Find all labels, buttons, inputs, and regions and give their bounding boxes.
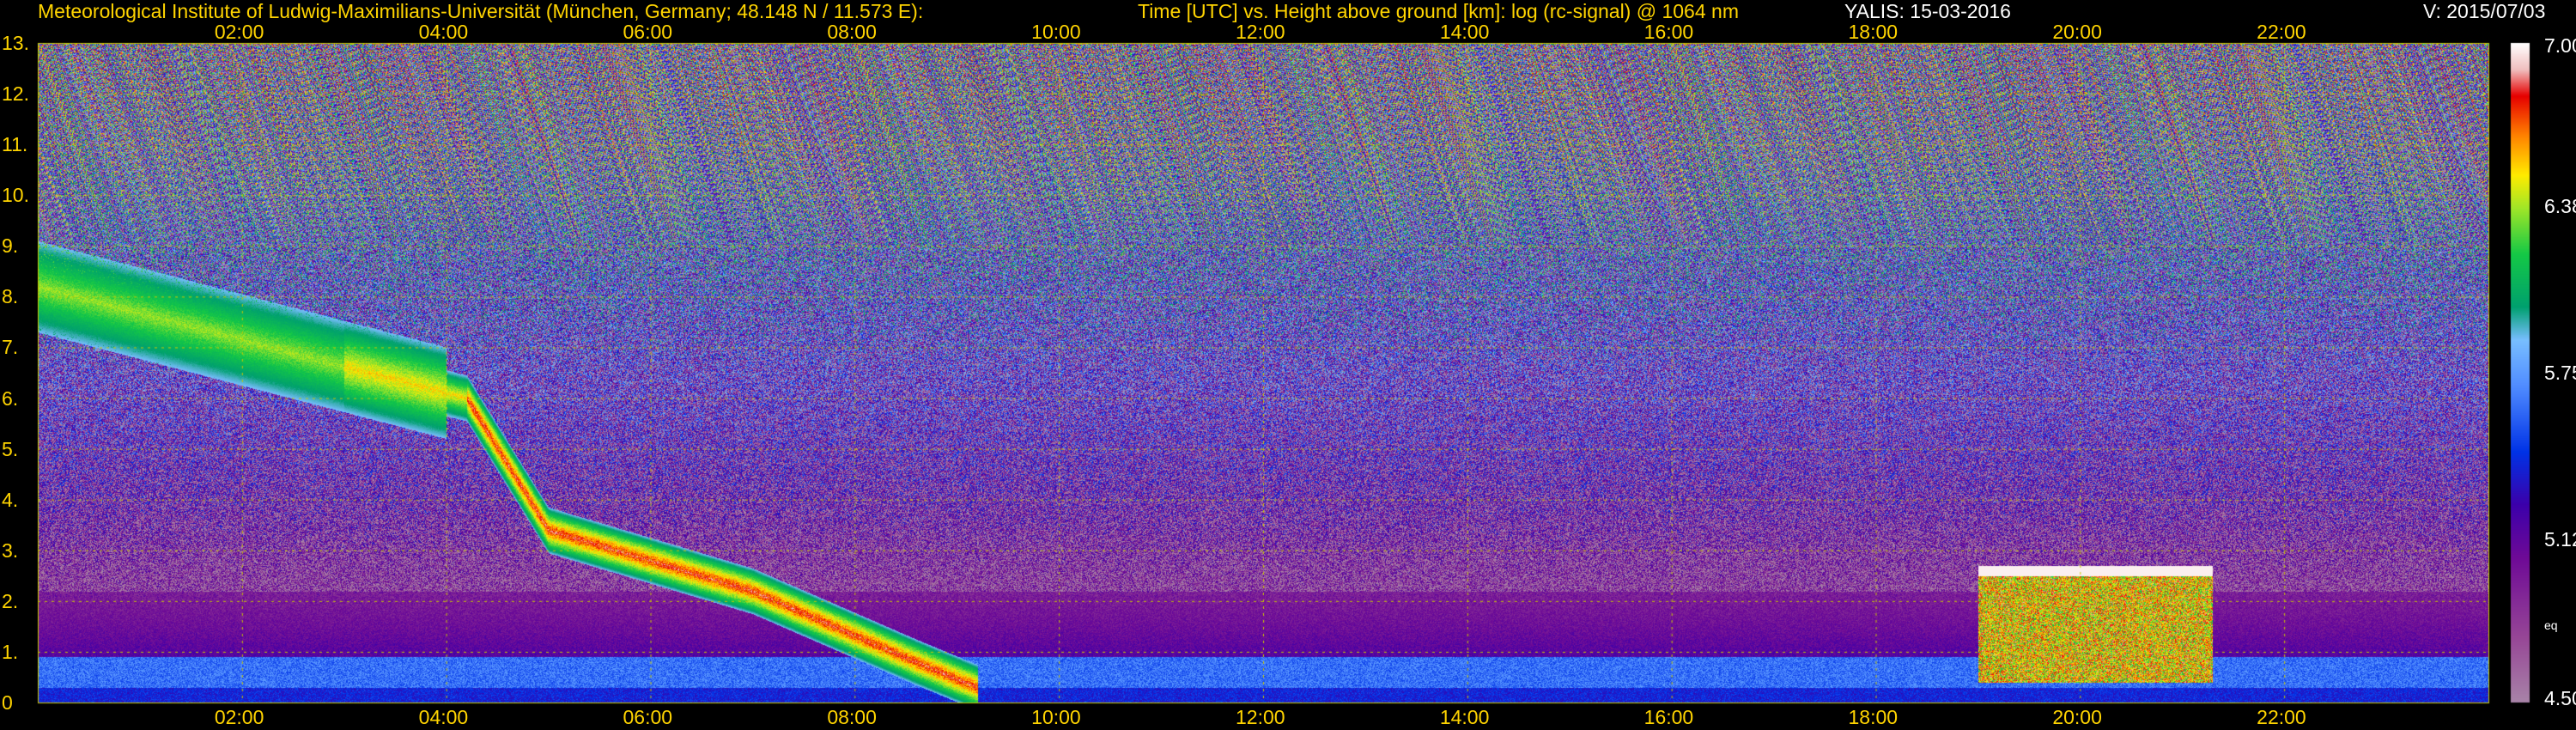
x-tick-label-bottom: 20:00 bbox=[2052, 706, 2102, 728]
x-tick-label-top: 18:00 bbox=[1848, 21, 1899, 43]
y-tick-label: 1. bbox=[2, 640, 19, 663]
x-tick-label-bottom: 06:00 bbox=[623, 706, 673, 728]
colorbar-tick-label: 4.50 bbox=[2544, 687, 2576, 709]
header-plot-description: Time [UTC] vs. Height above ground [km]:… bbox=[1138, 0, 1739, 22]
x-tick-label-bottom: 02:00 bbox=[214, 706, 264, 728]
x-tick-label-top: 20:00 bbox=[2052, 21, 2102, 43]
x-tick-label-bottom: 16:00 bbox=[1643, 706, 1694, 728]
header-institute: Meteorological Institute of Ludwig-Maxim… bbox=[38, 0, 924, 22]
x-tick-label-bottom: 10:00 bbox=[1031, 706, 1081, 728]
x-tick-label-top: 14:00 bbox=[1439, 21, 1490, 43]
colorbar-tick-label: 7.00 bbox=[2544, 34, 2576, 57]
y-tick-label: 3. bbox=[2, 538, 19, 562]
y-tick-label: 2. bbox=[2, 589, 19, 612]
x-tick-label-top: 16:00 bbox=[1643, 21, 1694, 43]
x-tick-label-top: 06:00 bbox=[623, 21, 673, 43]
x-tick-label-top: 04:00 bbox=[418, 21, 469, 43]
x-tick-label-bottom: 12:00 bbox=[1236, 706, 1285, 728]
y-tick-label: 13. bbox=[2, 32, 29, 54]
x-tick-label-bottom: 08:00 bbox=[827, 706, 877, 728]
x-tick-label-bottom: 18:00 bbox=[1848, 706, 1899, 728]
x-tick-label-top: 10:00 bbox=[1031, 21, 1081, 43]
y-tick-label: 4. bbox=[2, 488, 19, 511]
y-tick-label: 0 bbox=[2, 691, 13, 714]
x-tick-label-bottom: 04:00 bbox=[418, 706, 469, 728]
y-tick-label: 5. bbox=[2, 437, 19, 460]
y-tick-label: 8. bbox=[2, 285, 19, 308]
y-tick-label: 11. bbox=[2, 133, 28, 156]
colorbar-unit-label: eq bbox=[2544, 617, 2558, 632]
y-tick-label: 10. bbox=[2, 184, 29, 207]
header-instrument-date: YALIS: 15-03-2016 bbox=[1844, 0, 2011, 22]
colorbar-tick-label: 5.12 bbox=[2544, 527, 2576, 551]
lidar-heatmap-plot bbox=[0, 0, 2576, 730]
y-tick-label: 7. bbox=[2, 336, 19, 359]
y-tick-label: 9. bbox=[2, 234, 19, 258]
x-tick-label-bottom: 22:00 bbox=[2257, 706, 2306, 728]
y-tick-label: 12. bbox=[2, 82, 29, 106]
y-tick-label: 6. bbox=[2, 386, 19, 410]
x-tick-label-top: 22:00 bbox=[2257, 21, 2306, 43]
x-tick-label-top: 08:00 bbox=[827, 21, 877, 43]
colorbar-tick-label: 6.38 bbox=[2544, 195, 2576, 218]
colorbar-tick-label: 5.75 bbox=[2544, 362, 2576, 384]
header-version: V: 2015/07/03 bbox=[2423, 0, 2546, 22]
x-tick-label-top: 12:00 bbox=[1236, 21, 1285, 43]
x-tick-label-top: 02:00 bbox=[214, 21, 264, 43]
x-tick-label-bottom: 14:00 bbox=[1439, 706, 1490, 728]
